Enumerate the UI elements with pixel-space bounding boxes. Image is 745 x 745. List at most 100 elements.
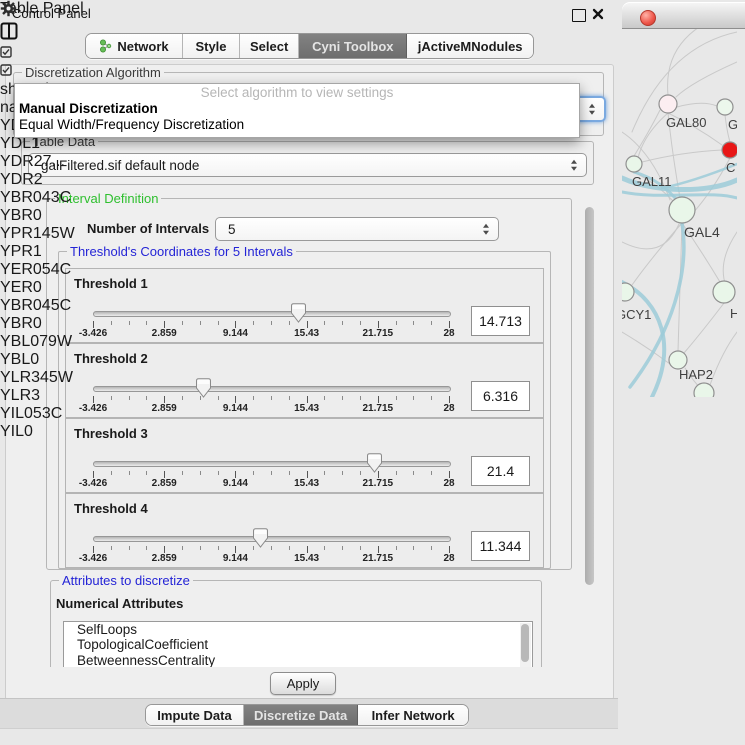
cell-name[interactable]: YER0 [0, 279, 75, 297]
slider-knob[interactable] [196, 378, 211, 398]
tick-mark [324, 471, 325, 475]
cell-name[interactable]: YBL0 [0, 351, 75, 369]
column-selector-icon[interactable] [0, 22, 75, 45]
slider-knob[interactable] [291, 303, 306, 323]
unselect-all-checkbox-icon[interactable] [0, 63, 75, 81]
tab-style[interactable]: Style [183, 34, 240, 58]
tab-discretize-data-label: Discretize Data [254, 708, 347, 723]
attribute-list-item[interactable]: TopologicalCoefficient [64, 637, 532, 652]
tick-mark [271, 546, 272, 550]
threshold-value-box[interactable]: 11.344 [471, 531, 530, 561]
table-row[interactable]: YDR27...YDR2 [0, 153, 75, 189]
close-traffic-light-icon[interactable] [640, 10, 656, 26]
attribute-list-item[interactable]: BetweennessCentrality [64, 653, 532, 667]
app-root: Control Panel Network Style Select Cyni … [0, 0, 745, 745]
list-scrollbar[interactable] [520, 623, 531, 667]
tab-select[interactable]: Select [240, 34, 299, 58]
network-node[interactable] [659, 95, 677, 113]
tick-mark [200, 321, 201, 325]
list-scrollbar-thumb[interactable] [521, 624, 529, 662]
float-window-icon[interactable] [572, 9, 586, 22]
cell-shared-name[interactable]: YDR27... [0, 153, 75, 171]
table-row[interactable]: YBL079WYBL0 [0, 333, 75, 369]
tab-jactivemnodules[interactable]: jActiveMNodules [407, 34, 533, 58]
cell-name[interactable]: YBR0 [0, 207, 75, 225]
tick-mark [200, 471, 201, 475]
network-window-titlebar[interactable] [622, 2, 745, 29]
table-row[interactable]: YIL053CYIL0 [0, 405, 75, 441]
attribute-list-item[interactable]: SelfLoops [64, 622, 532, 637]
tick-mark [449, 546, 450, 553]
zoom-traffic-light-icon[interactable] [622, 10, 636, 24]
threshold-label: Threshold 3 [74, 426, 148, 441]
cell-shared-name[interactable]: YPR145W [0, 225, 75, 243]
table-data-combobox[interactable]: galFiltered.sif default node [28, 153, 587, 177]
network-icon [99, 39, 112, 53]
settings-scrollbar-thumb[interactable] [585, 207, 594, 585]
tick-mark [431, 321, 432, 325]
table-row[interactable]: YBR043CYBR0 [0, 189, 75, 225]
select-all-checkbox-icon[interactable] [0, 45, 75, 63]
network-canvas[interactable]: GAL80GACGAL11GAL4GCY1HHAP2 [622, 2, 745, 402]
table-row[interactable]: YPR145WYPR1 [0, 225, 75, 261]
tick-mark [271, 471, 272, 475]
cell-name[interactable]: YBR0 [0, 315, 75, 333]
tab-cyni-toolbox[interactable]: Cyni Toolbox [299, 34, 407, 58]
threshold-panel: Threshold 4 -3.4262.8599.14415.4321.7152… [65, 493, 544, 568]
table-row[interactable]: YLR345WYLR3 [0, 369, 75, 405]
threshold-value-box[interactable]: 14.713 [471, 306, 530, 336]
tab-impute-data-label: Impute Data [157, 708, 231, 723]
threshold-label: Threshold 4 [74, 501, 148, 516]
apply-button[interactable]: Apply [270, 672, 336, 695]
close-icon[interactable] [592, 8, 604, 20]
network-node[interactable] [717, 99, 733, 115]
settings-scrollbar[interactable] [584, 193, 596, 665]
dropdown-option-manual[interactable]: Manual Discretization [15, 101, 579, 117]
tick-mark [235, 321, 236, 328]
network-node[interactable] [713, 281, 735, 303]
cell-name[interactable]: YLR3 [0, 387, 75, 405]
cell-shared-name[interactable]: YER054C [0, 261, 75, 279]
table-settings-gear-icon[interactable] [0, 0, 75, 22]
dropdown-placeholder-item[interactable]: Select algorithm to view settings [15, 84, 579, 101]
cell-shared-name[interactable]: YBL079W [0, 333, 75, 351]
threshold-slider-track[interactable] [93, 536, 451, 542]
network-node[interactable] [722, 142, 737, 158]
table-row[interactable]: YER054CYER0 [0, 261, 75, 297]
tab-impute-data[interactable]: Impute Data [146, 705, 244, 725]
number-of-intervals-combobox[interactable]: 5 [215, 217, 499, 241]
cell-name[interactable]: YIL0 [0, 423, 75, 441]
threshold-value-box[interactable]: 21.4 [471, 456, 530, 486]
tick-label: 21.715 [363, 478, 394, 489]
tick-mark [218, 396, 219, 400]
tick-mark [378, 546, 379, 553]
tab-network[interactable]: Network [86, 34, 183, 58]
tick-mark [111, 546, 112, 550]
network-node-label: GA [728, 117, 737, 132]
cell-shared-name[interactable]: YBR045C [0, 297, 75, 315]
table-panel-container: shared... na YDL19...YDL1YDR27...YDR2YBR… [0, 0, 75, 441]
tab-discretize-data[interactable]: Discretize Data [244, 705, 358, 725]
threshold-slider-track[interactable] [93, 461, 451, 467]
slider-ticks [93, 471, 449, 478]
cell-shared-name[interactable]: YIL053C [0, 405, 75, 423]
cell-shared-name[interactable]: YBR043C [0, 189, 75, 207]
dropdown-option-equal-width[interactable]: Equal Width/Frequency Discretization [15, 117, 579, 133]
threshold-slider-track[interactable] [93, 311, 451, 317]
tab-infer-network[interactable]: Infer Network [358, 705, 468, 725]
network-node[interactable] [694, 383, 714, 397]
cell-shared-name[interactable]: YLR345W [0, 369, 75, 387]
network-node[interactable] [669, 197, 695, 223]
slider-knob[interactable] [253, 528, 268, 548]
cell-name[interactable]: YPR1 [0, 243, 75, 261]
tick-label: 2.859 [152, 328, 177, 339]
network-node[interactable] [626, 156, 642, 172]
network-node[interactable] [622, 283, 634, 301]
threshold-value-box[interactable]: 6.316 [471, 381, 530, 411]
slider-knob[interactable] [367, 453, 382, 473]
cell-name[interactable]: YDR2 [0, 171, 75, 189]
table-row[interactable]: YBR045CYBR0 [0, 297, 75, 333]
tick-mark [413, 471, 414, 475]
threshold-slider-track[interactable] [93, 386, 451, 392]
threshold-label: Threshold 1 [74, 276, 148, 291]
